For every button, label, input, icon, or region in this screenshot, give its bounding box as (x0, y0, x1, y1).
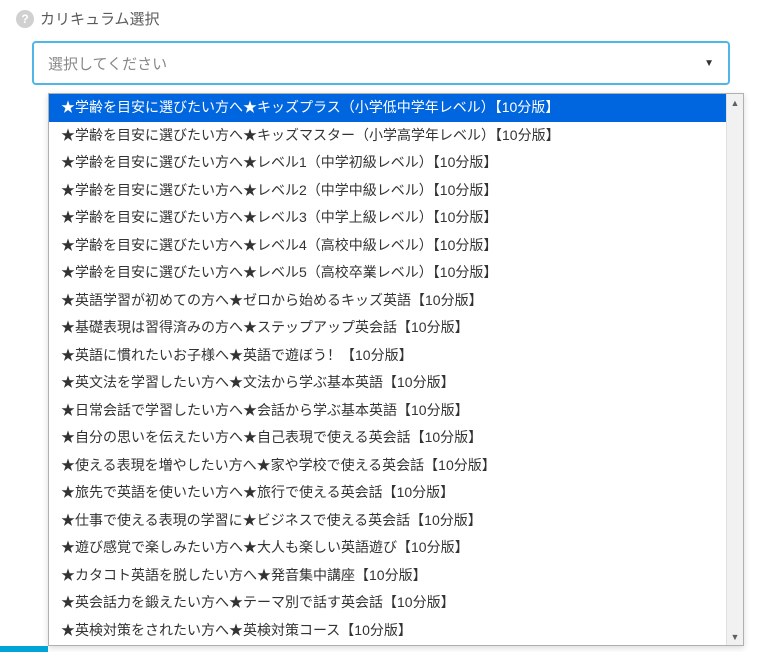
dropdown-option[interactable]: ★学齢を目安に選びたい方へ★レベル2（中学中級レベル）【10分版】 (49, 177, 726, 205)
options-list: ★学齢を目安に選びたい方へ★キッズプラス（小学低中学年レベル）【10分版】★学齢… (49, 94, 726, 645)
dropdown-option[interactable]: ★学齢を目安に選びたい方へ★レベル5（高校卒業レベル）【10分版】 (49, 259, 726, 287)
dropdown-option[interactable]: ★旅先で英語を使いたい方へ★旅行で使える英会話【10分版】 (49, 479, 726, 507)
select-placeholder: 選択してください (48, 53, 167, 74)
scrollbar[interactable]: ▲ ▼ (726, 94, 743, 645)
bottom-accent (0, 646, 48, 652)
dropdown-option[interactable]: ★英語学習が初めての方へ★ゼロから始めるキッズ英語【10分版】 (49, 287, 726, 315)
page-title: カリキュラム選択 (40, 8, 160, 29)
header: ? カリキュラム選択 (0, 0, 762, 41)
curriculum-dropdown: ★学齢を目安に選びたい方へ★キッズプラス（小学低中学年レベル）【10分版】★学齢… (48, 93, 744, 646)
dropdown-option[interactable]: ★カタコト英語を脱したい方へ★発音集中講座【10分版】 (49, 562, 726, 590)
scroll-up-arrow[interactable]: ▲ (727, 94, 743, 111)
chevron-down-icon: ▼ (704, 58, 714, 69)
dropdown-option[interactable]: ★学齢を目安に選びたい方へ★レベル1（中学初級レベル）【10分版】 (49, 149, 726, 177)
dropdown-option[interactable]: ★学齢を目安に選びたい方へ★レベル3（中学上級レベル）【10分版】 (49, 204, 726, 232)
dropdown-option[interactable]: ★基礎表現は習得済みの方へ★ステップアップ英会話【10分版】 (49, 314, 726, 342)
dropdown-option[interactable]: ★英語に慣れたいお子様へ★英語で遊ぼう！【10分版】 (49, 342, 726, 370)
dropdown-option[interactable]: ★日常会話で学習したい方へ★会話から学ぶ基本英語【10分版】 (49, 397, 726, 425)
dropdown-option[interactable]: ★英検対策をされたい方へ★英検対策コース【10分版】 (49, 617, 726, 645)
dropdown-option[interactable]: ★仕事で使える表現の学習に★ビジネスで使える英会話【10分版】 (49, 507, 726, 535)
dropdown-option[interactable]: ★使える表現を増やしたい方へ★家や学校で使える英会話【10分版】 (49, 452, 726, 480)
curriculum-select[interactable]: 選択してください ▼ (32, 41, 730, 85)
scroll-down-arrow[interactable]: ▼ (727, 628, 743, 645)
select-wrapper: 選択してください ▼ (0, 41, 762, 85)
dropdown-option[interactable]: ★学齢を目安に選びたい方へ★キッズマスター（小学高学年レベル）【10分版】 (49, 122, 726, 150)
help-icon[interactable]: ? (16, 10, 34, 28)
dropdown-option[interactable]: ★英文法を学習したい方へ★文法から学ぶ基本英語【10分版】 (49, 369, 726, 397)
dropdown-option[interactable]: ★英会話力を鍛えたい方へ★テーマ別で話す英会話【10分版】 (49, 589, 726, 617)
dropdown-option[interactable]: ★学齢を目安に選びたい方へ★レベル4（高校中級レベル）【10分版】 (49, 232, 726, 260)
dropdown-option[interactable]: ★遊び感覚で楽しみたい方へ★大人も楽しい英語遊び【10分版】 (49, 534, 726, 562)
dropdown-option[interactable]: ★学齢を目安に選びたい方へ★キッズプラス（小学低中学年レベル）【10分版】 (49, 94, 726, 122)
dropdown-option[interactable]: ★自分の思いを伝えたい方へ★自己表現で使える英会話【10分版】 (49, 424, 726, 452)
